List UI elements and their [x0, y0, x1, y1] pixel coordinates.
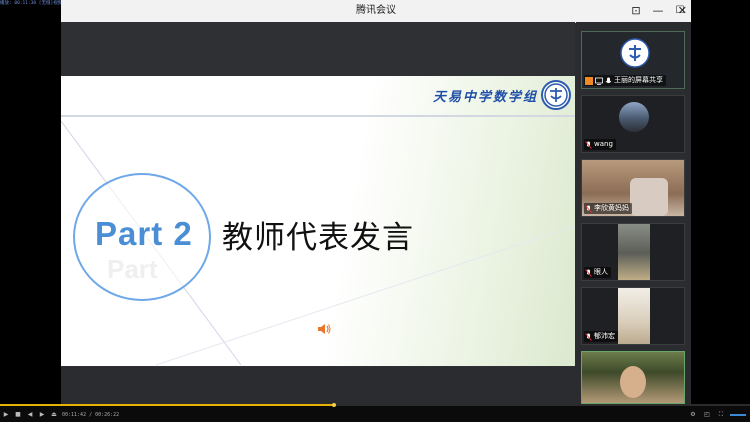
video-person — [630, 178, 668, 216]
part-label: Part 2 — [95, 215, 193, 252]
screenshot-icon[interactable]: ◰ — [702, 410, 712, 420]
school-logo-icon — [620, 38, 650, 68]
pin-window-button[interactable]: ⊡ — [625, 0, 647, 22]
screen-share-icon — [595, 77, 603, 85]
player-info-text: 播放: 00:11:30 [无缝]视频MP4 — [0, 1, 71, 6]
shared-screen-slide: 天易中学数学组 Part Part 2 教师代表发言 — [61, 22, 575, 367]
participant-tile-video-4[interactable]: 眼人 — [581, 223, 685, 281]
progress-fill — [0, 404, 334, 406]
microphone-muted-icon — [585, 204, 592, 213]
meeting-window: 腾讯会议 ⊡ — ☐ ✕ 天易中学数学组 Part Part 2 教师代表发言 — [61, 0, 691, 404]
host-icon — [585, 76, 593, 85]
avatar — [619, 102, 649, 132]
window-title: 腾讯会议 — [356, 5, 396, 16]
video-feed — [618, 224, 650, 280]
prev-button[interactable]: ◀ — [26, 410, 34, 420]
school-logo — [541, 80, 571, 110]
next-button[interactable]: ▶ — [38, 410, 46, 420]
microphone-muted-icon — [585, 140, 592, 149]
slide-heading: 教师代表发言 — [222, 220, 414, 256]
participant-label: wang — [584, 139, 616, 150]
player-control-bar: ▶ ■ ◀ ▶ ⏏ 00:11:42 / 00:26:22 ⚙ ◰ ⛶ — [0, 403, 750, 422]
participant-label: 李欣黄妈妈 — [584, 203, 632, 214]
settings-icon[interactable]: ⚙ — [688, 410, 698, 420]
participant-tile-video-3[interactable]: 李欣黄妈妈 — [581, 159, 685, 217]
participant-name: 郁沛宏 — [594, 332, 615, 340]
progress-handle[interactable] — [331, 403, 336, 407]
fullscreen-icon[interactable]: ⛶ — [716, 410, 726, 420]
speaker-icon[interactable] — [317, 322, 331, 336]
title-bar: 腾讯会议 ⊡ — ☐ — [61, 0, 691, 23]
participant-label: 郁沛宏 — [584, 331, 618, 342]
minimize-button[interactable]: — — [647, 0, 669, 22]
participant-label: 王丽的屏幕共享 — [584, 75, 666, 86]
video-person — [620, 366, 646, 398]
participant-name: wang — [594, 140, 613, 148]
microphone-muted-icon — [585, 268, 592, 277]
stop-button[interactable]: ■ — [14, 410, 22, 420]
volume-slider[interactable] — [730, 414, 746, 416]
play-button[interactable]: ▶ — [2, 410, 10, 420]
participants-panel: 王丽的屏幕共享 wang 李欣黄妈妈 眼人 郁沛宏 — [576, 22, 691, 404]
school-emblem-icon — [544, 83, 568, 107]
participant-tile-wang[interactable]: wang — [581, 95, 685, 153]
participant-name: 李欣黄妈妈 — [594, 204, 629, 212]
participant-tile-video-6[interactable] — [581, 351, 685, 404]
close-button[interactable]: ✕ — [667, 0, 691, 22]
part-label-shadow: Part — [107, 254, 158, 284]
participant-tile-screen-share[interactable]: 王丽的屏幕共享 — [581, 31, 685, 89]
participant-name: 王丽的屏幕共享 — [614, 76, 663, 84]
video-feed — [618, 288, 650, 344]
participant-label: 眼人 — [584, 267, 611, 278]
microphone-muted-icon — [585, 332, 592, 341]
school-title: 天易中学数学组 — [433, 90, 539, 105]
participant-name: 眼人 — [594, 268, 608, 276]
open-file-button[interactable]: ⏏ — [50, 410, 58, 420]
microphone-icon — [605, 77, 612, 83]
participant-tile-video-5[interactable]: 郁沛宏 — [581, 287, 685, 345]
time-display: 00:11:42 / 00:26:22 — [62, 412, 120, 418]
slide-top-band — [61, 22, 575, 76]
slide-bottom-band — [61, 366, 575, 367]
